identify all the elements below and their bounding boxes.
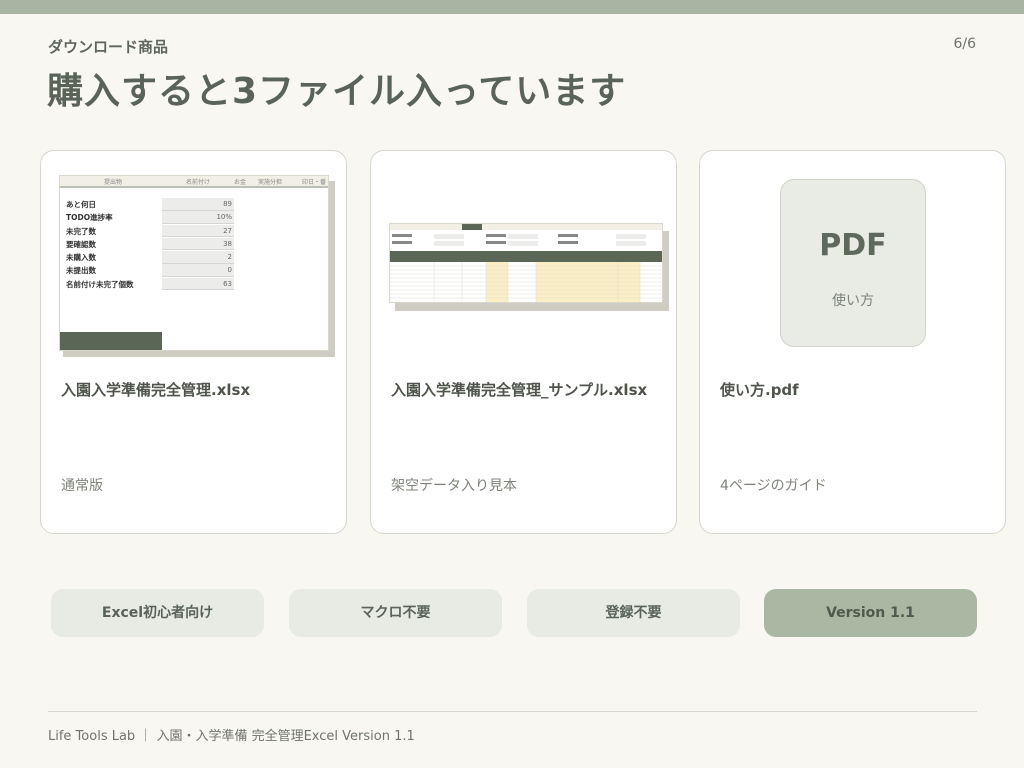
section-label: ダウンロード商品 (48, 38, 169, 56)
thumb-row: TODO進捗率 10% (64, 211, 234, 224)
thumbnail-footer-bar (60, 332, 162, 350)
thumb-row-label: 未提出数 (66, 266, 96, 276)
tag-excel-beginner: Excel初心者向け (51, 589, 264, 637)
tag-no-registration: 登録不要 (527, 589, 740, 637)
file-card-main: 提出物 名前付け お金 実施分担 印日・番 あと何日 89 TODO進捗率 10% … (40, 150, 347, 534)
thumb-header-cell: お金 (234, 179, 247, 186)
thumb-row-value: 27 (162, 224, 234, 238)
thumbnail-header-row: 提出物 名前付け お金 実施分担 印日・番 (60, 176, 328, 188)
pdf-icon-caption: 使い方 (832, 293, 874, 309)
thumb-row: 要確認数 38 (64, 237, 234, 251)
sample-sheet-graphic (390, 224, 662, 302)
footer-divider (48, 711, 977, 712)
thumb-row-value: 2 (162, 251, 234, 264)
thumb-row: あと何日 89 (64, 198, 234, 211)
footer-text: Life Tools Lab ｜ 入園・入学準備 完全管理Excel Versi… (48, 729, 415, 744)
thumb-row-value: 38 (162, 237, 234, 251)
thumb-row: 未購入数 2 (64, 251, 234, 264)
file-name: 入園入学準備完全管理_サンプル.xlsx (391, 381, 648, 399)
file-description: 4ページのガイド (720, 478, 827, 494)
thumb-header-cell: 実施分担 (258, 179, 283, 186)
thumb-row-value: 10% (162, 211, 234, 224)
file-name: 入園入学準備完全管理.xlsx (61, 381, 251, 399)
file-card-pdf: PDF 使い方 使い方.pdf 4ページのガイド (699, 150, 1006, 534)
thumb-row-value: 0 (162, 264, 234, 277)
tag-version: Version 1.1 (764, 589, 977, 637)
thumb-row-value: 89 (162, 198, 234, 211)
sample-spreadsheet-thumbnail (389, 223, 669, 311)
spreadsheet-thumbnail: 提出物 名前付け お金 実施分担 印日・番 あと何日 89 TODO進捗率 10% … (59, 175, 335, 357)
pdf-icon-label: PDF (819, 228, 887, 263)
thumb-row: 未完了数 27 (64, 224, 234, 238)
thumb-row-label: 未購入数 (66, 253, 96, 263)
top-accent-bar (0, 0, 1024, 14)
file-card-sample: 入園入学準備完全管理_サンプル.xlsx 架空データ入り見本 (370, 150, 677, 534)
pdf-icon: PDF 使い方 (780, 179, 926, 347)
thumb-row-label: あと何日 (66, 200, 96, 209)
thumb-row-label: 名前付け未完了個数 (66, 279, 134, 289)
page-number: 6/6 (953, 36, 976, 52)
thumb-header-cell: 名前付け (186, 179, 211, 186)
thumb-header-cell: 提出物 (104, 179, 123, 186)
thumb-row-value: 63 (162, 277, 234, 291)
thumb-row-label: 未完了数 (66, 226, 96, 236)
thumb-row: 未提出数 0 (64, 264, 234, 277)
file-description: 通常版 (61, 478, 103, 494)
tag-no-macro: マクロ不要 (289, 589, 502, 637)
thumb-row-label: TODO進捗率 (66, 213, 113, 223)
thumb-header-cell: 印日・番 (302, 179, 327, 186)
page-title: 購入すると3ファイル入っています (47, 71, 627, 112)
file-description: 架空データ入り見本 (391, 478, 517, 494)
thumb-row: 名前付け未完了個数 63 (64, 277, 234, 291)
file-name: 使い方.pdf (720, 381, 799, 399)
thumb-row-label: 要確認数 (66, 239, 96, 249)
